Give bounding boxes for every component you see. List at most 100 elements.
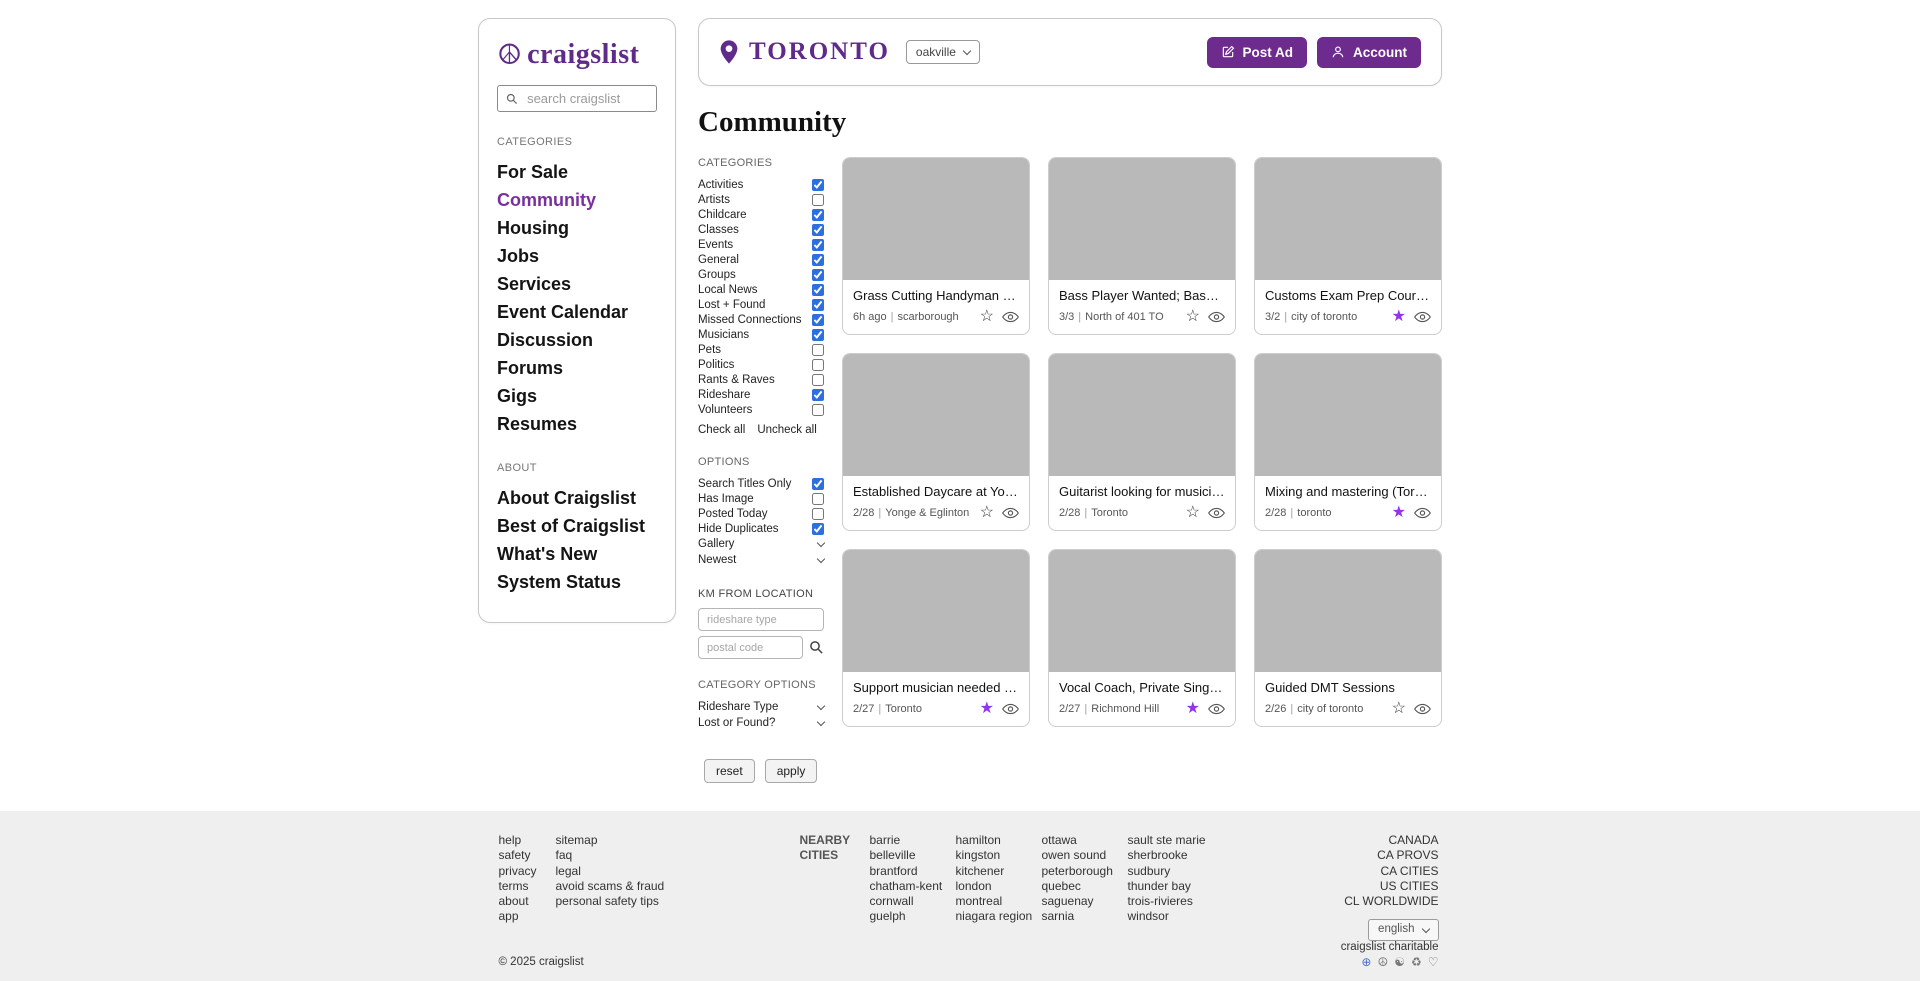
eye-icon[interactable]	[1208, 311, 1225, 323]
footer-link-app[interactable]: app	[499, 909, 556, 924]
footer-link-safety[interactable]: safety	[499, 848, 556, 863]
region-link-ca-cities[interactable]: CA CITIES	[1344, 864, 1438, 879]
favorite-star-icon[interactable]	[1186, 309, 1200, 325]
sidebar-item-system-status[interactable]: System Status	[497, 568, 657, 596]
category-checkbox[interactable]	[812, 178, 824, 191]
city-link[interactable]: sherbrooke	[1128, 848, 1214, 863]
city-link[interactable]: kingston	[956, 848, 1042, 863]
listing-title[interactable]: Mixing and mastering (Toronto)	[1265, 484, 1431, 499]
footer-link-about[interactable]: about	[499, 894, 556, 909]
category-checkbox[interactable]	[812, 328, 824, 341]
region-link-cl-worldwide[interactable]: CL WORLDWIDE	[1344, 894, 1438, 909]
search-input[interactable]	[525, 90, 648, 107]
city-link[interactable]: barrie	[870, 833, 956, 848]
sidebar-item-best-of-craigslist[interactable]: Best of Craigslist	[497, 512, 657, 540]
footer-link-faq[interactable]: faq	[556, 848, 726, 863]
sidebar-item-community[interactable]: Community	[497, 186, 657, 214]
favorite-star-icon[interactable]	[1186, 505, 1200, 521]
apply-button[interactable]: apply	[764, 759, 818, 783]
sidebar-item-event-calendar[interactable]: Event Calendar	[497, 298, 657, 326]
craigslist-logo[interactable]: ☮ craigslist	[497, 39, 657, 71]
search-icon[interactable]	[809, 640, 824, 655]
footer-link-personal-safety[interactable]: personal safety tips	[556, 894, 726, 909]
footer-link-sitemap[interactable]: sitemap	[556, 833, 726, 848]
region-link-canada[interactable]: CANADA	[1344, 833, 1438, 848]
city-link[interactable]: guelph	[870, 909, 956, 924]
city-link[interactable]: cornwall	[870, 894, 956, 909]
footer-link-privacy[interactable]: privacy	[499, 864, 556, 879]
gallery-dropdown[interactable]: Gallery	[698, 536, 826, 552]
city-link[interactable]: sault ste marie	[1128, 833, 1214, 848]
city-link[interactable]: windsor	[1128, 909, 1214, 924]
category-checkbox[interactable]	[812, 358, 824, 371]
category-checkbox[interactable]	[812, 343, 824, 356]
city-link[interactable]: sudbury	[1128, 864, 1214, 879]
heart-icon[interactable]: ♡	[1428, 956, 1439, 968]
city-link[interactable]: chatham-kent	[870, 879, 956, 894]
city-link[interactable]: sarnia	[1042, 909, 1128, 924]
listing-title[interactable]: Grass Cutting Handyman Re...	[853, 288, 1019, 303]
category-checkbox[interactable]	[812, 298, 824, 311]
city-link[interactable]: ottawa	[1042, 833, 1128, 848]
city-link[interactable]: saguenay	[1042, 894, 1128, 909]
listing-card[interactable]: Guided DMT Sessions 2/26 | city of toronto	[1254, 549, 1442, 727]
area-dropdown[interactable]: oakville	[905, 40, 980, 64]
eye-icon[interactable]	[1208, 703, 1225, 715]
region-link-us-cities[interactable]: US CITIES	[1344, 879, 1439, 894]
listing-card[interactable]: Guitarist looking for musician... 2/28 | T…	[1048, 353, 1236, 531]
city-link[interactable]: owen sound	[1042, 848, 1128, 863]
recycle-icon[interactable]: ♻	[1411, 956, 1422, 968]
category-checkbox[interactable]	[812, 313, 824, 326]
favorite-star-icon[interactable]	[980, 505, 994, 521]
listing-title[interactable]: Support musician needed for...	[853, 680, 1019, 695]
region-link-ca-provs[interactable]: CA PROVS	[1344, 848, 1438, 863]
reset-button[interactable]: reset	[704, 759, 755, 783]
favorite-star-icon[interactable]	[980, 309, 994, 325]
eye-icon[interactable]	[1002, 507, 1019, 519]
sidebar-item-jobs[interactable]: Jobs	[497, 242, 657, 270]
sidebar-item-whats-new[interactable]: What's New	[497, 540, 657, 568]
sort-dropdown[interactable]: Newest	[698, 552, 826, 568]
listing-card[interactable]: Mixing and mastering (Toronto) 2/28 | toro…	[1254, 353, 1442, 531]
search-box[interactable]	[497, 85, 657, 112]
option-checkbox[interactable]	[812, 477, 824, 490]
eye-icon[interactable]	[1414, 507, 1431, 519]
listing-title[interactable]: Vocal Coach, Private Singing...	[1059, 680, 1225, 695]
footer-link-help[interactable]: help	[499, 833, 556, 848]
city-link[interactable]: kitchener	[956, 864, 1042, 879]
category-checkbox[interactable]	[812, 283, 824, 296]
city-link[interactable]: niagara region	[956, 909, 1042, 924]
category-checkbox[interactable]	[812, 193, 824, 206]
listing-card[interactable]: Established Daycare at Yong... 2/28 | Yong…	[842, 353, 1030, 531]
sidebar-item-discussion-forums[interactable]: Discussion Forums	[497, 326, 657, 382]
globe-icon[interactable]: ⊕	[1361, 956, 1371, 968]
category-checkbox[interactable]	[812, 373, 824, 386]
category-checkbox[interactable]	[812, 403, 824, 416]
category-checkbox[interactable]	[812, 223, 824, 236]
city-link[interactable]: london	[956, 879, 1042, 894]
eye-icon[interactable]	[1002, 703, 1019, 715]
option-checkbox[interactable]	[812, 492, 824, 505]
footer-link-legal[interactable]: legal	[556, 864, 726, 879]
city-link[interactable]: belleville	[870, 848, 956, 863]
city-link[interactable]: trois-rivieres	[1128, 894, 1214, 909]
category-checkbox[interactable]	[812, 253, 824, 266]
language-dropdown[interactable]: english	[1368, 919, 1439, 941]
listing-card[interactable]: Grass Cutting Handyman Re... 6h ago | scar…	[842, 157, 1030, 335]
lost-or-found-dropdown[interactable]: Lost or Found?	[698, 715, 826, 731]
option-checkbox[interactable]	[812, 522, 824, 535]
favorite-star-icon[interactable]	[980, 701, 994, 717]
footer-link-avoid-scams[interactable]: avoid scams & fraud	[556, 879, 726, 894]
sidebar-item-about-craigslist[interactable]: About Craigslist	[497, 484, 657, 512]
eye-icon[interactable]	[1208, 507, 1225, 519]
city-link[interactable]: quebec	[1042, 879, 1128, 894]
listing-title[interactable]: Guitarist looking for musician...	[1059, 484, 1225, 499]
option-checkbox[interactable]	[812, 507, 824, 520]
account-button[interactable]: Account	[1317, 36, 1421, 68]
listing-card[interactable]: Support musician needed for... 2/27 | Toro…	[842, 549, 1030, 727]
rideshare-type-input[interactable]	[698, 608, 824, 631]
listing-title[interactable]: Bass Player Wanted; Bassist...	[1059, 288, 1225, 303]
footer-link-terms[interactable]: terms	[499, 879, 556, 894]
sidebar-item-resumes[interactable]: Resumes	[497, 410, 657, 438]
category-checkbox[interactable]	[812, 268, 824, 281]
